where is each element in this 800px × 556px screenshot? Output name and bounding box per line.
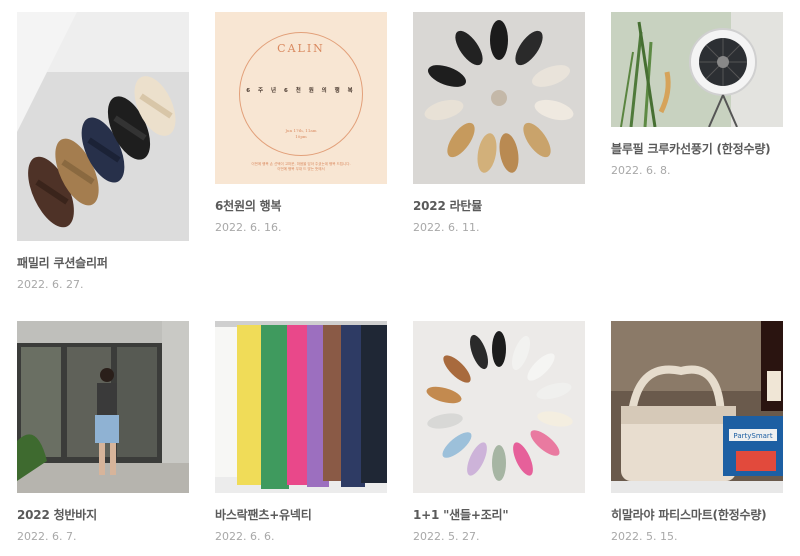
post-card[interactable]: PartySmart 히말라야 파티스마트(한정수량) 2022. 5. 15. (611, 321, 783, 543)
post-date: 2022. 6. 16. (215, 221, 282, 234)
poster-brand: CALIN (277, 42, 325, 55)
post-date: 2022. 6. 6. (215, 530, 275, 543)
poster-date: Jun 17th, 11am 10pm (285, 128, 317, 139)
post-card[interactable]: CALIN 6 주 년 6 천 원 의 행 복 Jun 17th, 11am 1… (215, 12, 387, 234)
post-thumbnail[interactable]: CALIN 6 주 년 6 천 원 의 행 복 Jun 17th, 11am 1… (215, 12, 387, 184)
post-card[interactable]: 패밀리 쿠션슬리퍼 2022. 6. 27. (17, 12, 189, 291)
post-thumbnail[interactable] (611, 12, 783, 127)
poster-footer: 이번에 행복 손 선택이 고마운, 마음을 담아 주셨는데 행복 드립니다. 이… (251, 162, 351, 171)
post-title[interactable]: 패밀리 쿠션슬리퍼 (17, 254, 189, 271)
post-date: 2022. 6. 8. (611, 164, 671, 177)
post-card[interactable]: 바스락팬츠+유넥티 2022. 6. 6. (215, 321, 387, 543)
rattan-mules-photo (413, 12, 585, 184)
post-card[interactable]: 2022 라탄뮬 2022. 6. 11. (413, 12, 585, 234)
post-date: 2022. 5. 27. (413, 530, 480, 543)
post-title[interactable]: 2022 청반바지 (17, 506, 189, 523)
post-card[interactable]: 2022 청반바지 2022. 6. 7. (17, 321, 189, 543)
post-title[interactable]: 1+1 "샌들+조리" (413, 506, 585, 523)
poster-headline: 6 주 년 6 천 원 의 행 복 (246, 88, 356, 94)
party-smart-photo: PartySmart (611, 321, 783, 493)
post-thumbnail[interactable]: PartySmart (611, 321, 783, 493)
sandals-circle-photo (413, 321, 585, 493)
post-thumbnail[interactable] (413, 321, 585, 493)
post-card[interactable]: 블루필 크루카선풍기 (한정수량) 2022. 6. 8. (611, 12, 783, 177)
post-thumbnail[interactable] (17, 12, 189, 241)
post-title[interactable]: 2022 라탄뮬 (413, 197, 585, 214)
fan-photo (611, 12, 783, 127)
party-box-label: PartySmart (733, 432, 772, 440)
post-title[interactable]: 블루필 크루카선풍기 (한정수량) (611, 140, 783, 157)
post-title[interactable]: 바스락팬츠+유넥티 (215, 506, 387, 523)
post-date: 2022. 6. 11. (413, 221, 480, 234)
post-date: 2022. 6. 27. (17, 278, 84, 291)
slippers-photo (17, 12, 189, 241)
post-date: 2022. 6. 7. (17, 530, 77, 543)
event-poster: CALIN 6 주 년 6 천 원 의 행 복 Jun 17th, 11am 1… (215, 12, 387, 184)
clothes-rack-photo (215, 321, 387, 493)
post-card[interactable]: 1+1 "샌들+조리" 2022. 5. 27. (413, 321, 585, 543)
post-thumbnail[interactable] (413, 12, 585, 184)
post-thumbnail[interactable] (215, 321, 387, 493)
post-date: 2022. 5. 15. (611, 530, 678, 543)
denim-shorts-photo (17, 321, 189, 493)
post-title[interactable]: 6천원의 행복 (215, 197, 387, 214)
post-title[interactable]: 히말라야 파티스마트(한정수량) (611, 506, 783, 523)
post-thumbnail[interactable] (17, 321, 189, 493)
